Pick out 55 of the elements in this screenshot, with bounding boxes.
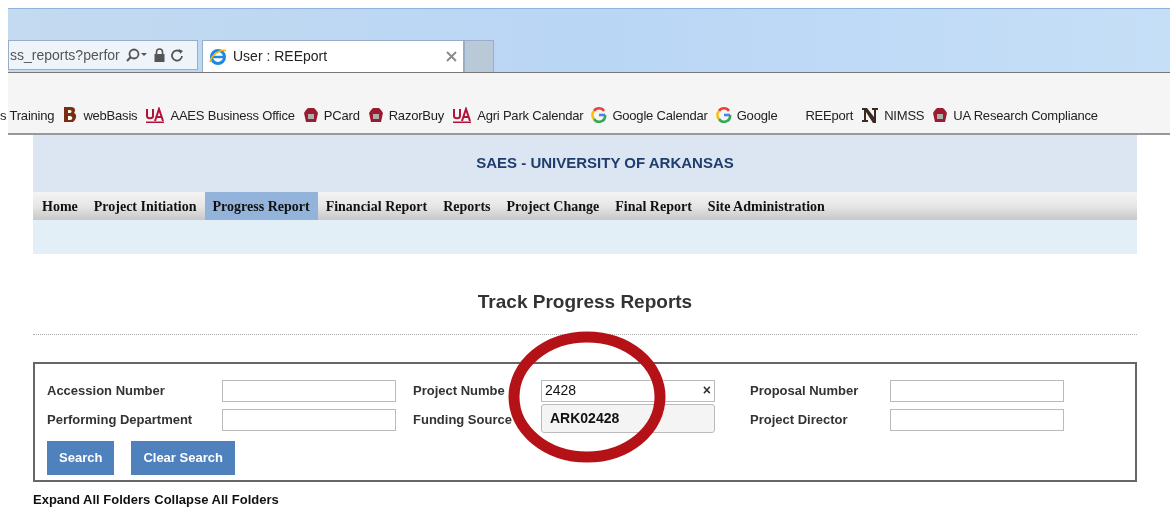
bookmark-link[interactable]: PCard — [302, 105, 360, 125]
input-field[interactable] — [222, 379, 396, 402]
field-label: Funding Source — [413, 410, 513, 429]
input-field[interactable] — [890, 408, 1064, 431]
hog-badge-icon — [367, 107, 384, 124]
suggestion-item[interactable]: ARK02428 — [541, 404, 715, 433]
clear-icon[interactable]: × — [702, 380, 711, 401]
bookmark-link[interactable]: Agri Park Calendar — [452, 105, 584, 125]
n-logo-icon — [861, 106, 880, 125]
folder-link[interactable]: Expand All Folders — [33, 490, 151, 509]
close-icon[interactable] — [446, 51, 457, 62]
input-field[interactable] — [222, 408, 396, 431]
b-logo-icon — [62, 106, 79, 125]
page-title: Track Progress Reports — [477, 289, 693, 314]
field-label: Accession Number — [47, 381, 166, 400]
nav-tab[interactable]: Project Change — [498, 192, 608, 220]
ua-logo-icon — [452, 107, 473, 124]
g-logo-icon — [591, 107, 608, 124]
field-label: Project Director — [750, 410, 849, 429]
bookmark-link[interactable]: Google — [715, 105, 778, 125]
field-label: Performing Department — [47, 410, 194, 429]
nav-tab[interactable]: Project Initiation — [85, 192, 205, 220]
search-icon[interactable] — [125, 48, 148, 62]
nav-tab[interactable]: Final Report — [607, 192, 700, 220]
bookmark-link[interactable]: AAES Business Office — [145, 105, 295, 125]
hog-badge-icon — [932, 107, 949, 124]
hog-badge-icon — [302, 107, 319, 124]
new-tab-button[interactable] — [464, 40, 494, 72]
bookmark-link[interactable]: NIMSS — [861, 105, 925, 125]
ua-logo-icon — [145, 107, 166, 124]
nav-tab[interactable]: Reports — [435, 192, 499, 220]
field-label: Project Numbe — [413, 381, 506, 400]
bookmark-link[interactable]: UA Research Compliance — [932, 105, 1098, 125]
e-logo-icon — [209, 47, 227, 66]
clear-search-button[interactable]: Clear Search — [131, 441, 235, 475]
input-field[interactable]: 2428 × — [541, 379, 715, 402]
search-button[interactable]: Search — [47, 441, 115, 475]
nav-tab[interactable]: Home — [34, 192, 86, 220]
bookmark-link[interactable]: webBasis — [62, 105, 138, 125]
bookmark-link[interactable]: Google Calendar — [591, 105, 708, 125]
bookmark-link[interactable]: RazorBuy — [367, 105, 445, 125]
g-logo-icon — [715, 107, 732, 124]
browser-tab[interactable]: User : REEport — [202, 40, 464, 72]
address-bar[interactable]: ss_reports?perfor — [8, 40, 198, 70]
input-field[interactable] — [890, 379, 1064, 402]
refresh-icon[interactable] — [170, 48, 184, 62]
site-title: SAES - UNIVERSITY OF ARKANSAS — [476, 153, 734, 174]
nav-tab[interactable]: Progress Report — [204, 192, 318, 220]
bookmark-link[interactable]: REEport — [805, 105, 854, 125]
field-label: Proposal Number — [750, 381, 860, 400]
nav-tab[interactable]: Site Administration — [699, 192, 833, 220]
folder-link[interactable]: Collapse All Folders — [154, 490, 279, 509]
nav-tab[interactable]: Financial Report — [317, 192, 436, 220]
bookmark-link[interactable]: s Training — [0, 105, 55, 125]
lock-icon — [153, 48, 165, 62]
